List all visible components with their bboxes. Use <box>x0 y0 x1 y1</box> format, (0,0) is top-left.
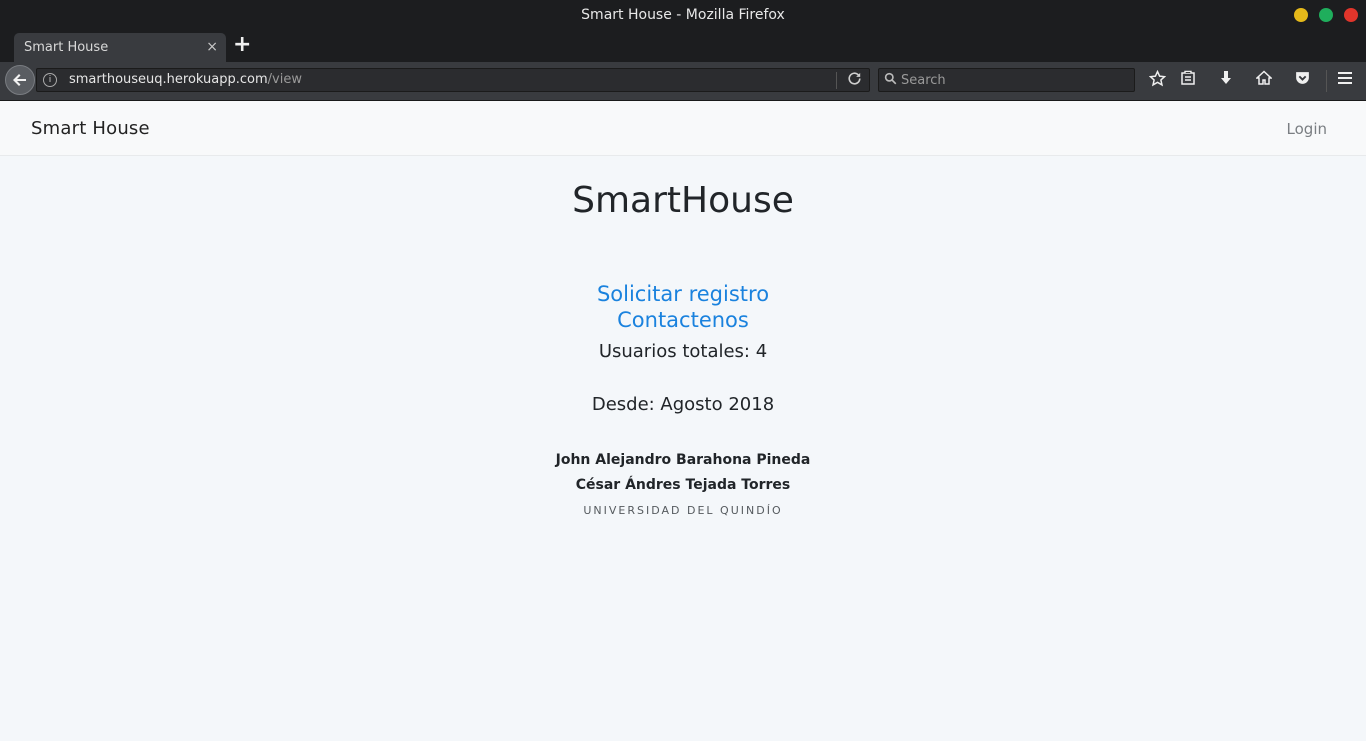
contact-link[interactable]: Contactenos <box>0 308 1366 332</box>
login-link[interactable]: Login <box>1287 120 1327 138</box>
window-titlebar: Smart House - Mozilla Firefox <box>0 0 1366 30</box>
star-icon[interactable] <box>1146 69 1168 92</box>
window-title: Smart House - Mozilla Firefox <box>581 7 785 23</box>
search-input[interactable] <box>901 71 1126 89</box>
brand-link[interactable]: Smart House <box>31 118 150 139</box>
download-icon[interactable] <box>1215 70 1237 92</box>
url-divider <box>836 72 837 89</box>
tab-bar: Smart House × + <box>0 30 1366 62</box>
url-text[interactable]: smarthouseuq.herokuapp.com/view <box>69 72 302 87</box>
info-icon[interactable]: i <box>43 73 57 87</box>
author-name: César Ándres Tejada Torres <box>575 477 791 493</box>
back-arrow-icon <box>13 74 26 86</box>
page-title: SmartHouse <box>572 180 794 221</box>
reload-icon[interactable] <box>848 72 861 89</box>
close-window-button[interactable] <box>1344 8 1358 22</box>
url-path: /view <box>267 72 302 87</box>
minimize-button[interactable] <box>1294 8 1308 22</box>
menu-icon[interactable] <box>1334 70 1356 92</box>
url-bar[interactable]: i smarthouseuq.herokuapp.com/view <box>36 68 870 92</box>
url-host: smarthouseuq.herokuapp.com <box>69 72 268 87</box>
since-text: Desde: Agosto 2018 <box>591 394 775 415</box>
search-bar[interactable] <box>878 68 1135 92</box>
library-icon[interactable] <box>1177 70 1199 92</box>
pocket-icon[interactable] <box>1291 70 1313 92</box>
tab-title: Smart House <box>24 40 109 55</box>
browser-toolbar: i smarthouseuq.herokuapp.com/view <box>0 62 1366 101</box>
window-controls <box>1294 8 1358 22</box>
request-registration-link[interactable]: Solicitar registro <box>0 282 1366 306</box>
search-icon <box>884 72 897 89</box>
total-users-text: Usuarios totales: 4 <box>598 341 768 362</box>
home-icon[interactable] <box>1253 70 1275 92</box>
site-navbar: Smart House Login <box>0 101 1366 156</box>
close-tab-icon[interactable]: × <box>206 39 218 55</box>
tab-smart-house[interactable]: Smart House × <box>14 33 226 62</box>
university-name: UNIVERSIDAD DEL QUINDÍO <box>583 504 783 517</box>
new-tab-button[interactable]: + <box>233 34 251 56</box>
back-button[interactable] <box>5 65 35 95</box>
toolbar-divider <box>1326 70 1327 92</box>
maximize-button[interactable] <box>1319 8 1333 22</box>
author-name: John Alejandro Barahona Pineda <box>555 452 811 468</box>
